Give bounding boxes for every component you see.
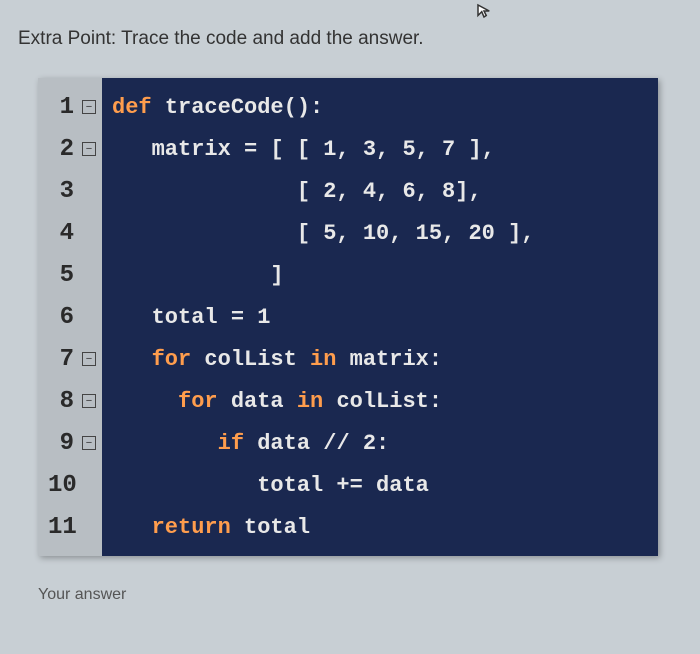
- line-number: 7: [48, 346, 74, 373]
- code-token: matrix = [ [ 1, 3, 5, 7 ],: [112, 137, 495, 162]
- line-number: 1: [48, 94, 74, 121]
- code-token: data: [218, 389, 297, 414]
- code-line: if data // 2:: [112, 422, 648, 464]
- fold-icon[interactable]: −: [82, 394, 96, 408]
- gutter-row: 6: [48, 296, 96, 338]
- code-token: if: [218, 431, 244, 456]
- line-number-gutter: 1−2−34567−8−9−1011: [38, 78, 102, 556]
- answer-label[interactable]: Your answer: [38, 586, 682, 604]
- fold-icon: [82, 478, 96, 492]
- code-line: ]: [112, 254, 648, 296]
- fold-icon: [82, 268, 96, 282]
- line-number: 6: [48, 304, 74, 331]
- code-token: colList: [191, 347, 310, 372]
- fold-icon: [82, 310, 96, 324]
- code-block: 1−2−34567−8−9−1011 def traceCode(): matr…: [38, 78, 658, 556]
- line-number: 5: [48, 262, 74, 289]
- code-line: for data in colList:: [112, 380, 648, 422]
- fold-icon: [82, 520, 96, 534]
- gutter-row: 11: [48, 506, 96, 548]
- code-token: return: [152, 515, 231, 540]
- code-token: for: [178, 389, 218, 414]
- gutter-row: 1−: [48, 86, 96, 128]
- code-line: [ 2, 4, 6, 8],: [112, 170, 648, 212]
- code-line: total += data: [112, 464, 648, 506]
- code-token: for: [152, 347, 192, 372]
- fold-icon[interactable]: −: [82, 436, 96, 450]
- gutter-row: 8−: [48, 380, 96, 422]
- code-token: [112, 347, 152, 372]
- code-token: total: [231, 515, 310, 540]
- code-line: matrix = [ [ 1, 3, 5, 7 ],: [112, 128, 648, 170]
- code-line: def traceCode():: [112, 86, 648, 128]
- code-token: colList:: [323, 389, 442, 414]
- gutter-row: 4: [48, 212, 96, 254]
- gutter-row: 5: [48, 254, 96, 296]
- code-token: [112, 431, 218, 456]
- code-line: for colList in matrix:: [112, 338, 648, 380]
- code-token: in: [297, 389, 323, 414]
- code-token: total += data: [112, 473, 429, 498]
- line-number: 4: [48, 220, 74, 247]
- code-token: [112, 389, 178, 414]
- code-token: [ 2, 4, 6, 8],: [112, 179, 482, 204]
- code-token: data // 2:: [244, 431, 389, 456]
- gutter-row: 10: [48, 464, 96, 506]
- code-token: def: [112, 95, 165, 120]
- gutter-row: 7−: [48, 338, 96, 380]
- code-token: matrix:: [336, 347, 442, 372]
- code-token: traceCode():: [165, 95, 323, 120]
- code-token: total = 1: [112, 305, 270, 330]
- gutter-row: 2−: [48, 128, 96, 170]
- code-line: total = 1: [112, 296, 648, 338]
- cursor-icon: [475, 2, 493, 25]
- fold-icon[interactable]: −: [82, 100, 96, 114]
- line-number: 11: [48, 514, 74, 541]
- gutter-row: 9−: [48, 422, 96, 464]
- line-number: 9: [48, 430, 74, 457]
- code-line: [ 5, 10, 15, 20 ],: [112, 212, 648, 254]
- fold-icon[interactable]: −: [82, 142, 96, 156]
- line-number: 3: [48, 178, 74, 205]
- code-token: [112, 515, 152, 540]
- line-number: 8: [48, 388, 74, 415]
- code-token: in: [310, 347, 336, 372]
- fold-icon: [82, 184, 96, 198]
- code-line: return total: [112, 506, 648, 548]
- gutter-row: 3: [48, 170, 96, 212]
- fold-icon: [82, 226, 96, 240]
- fold-icon[interactable]: −: [82, 352, 96, 366]
- code-token: ]: [112, 263, 284, 288]
- code-token: [ 5, 10, 15, 20 ],: [112, 221, 534, 246]
- line-number: 10: [48, 472, 74, 499]
- line-number: 2: [48, 136, 74, 163]
- code-area: def traceCode(): matrix = [ [ 1, 3, 5, 7…: [102, 78, 658, 556]
- question-text: Extra Point: Trace the code and add the …: [18, 28, 682, 50]
